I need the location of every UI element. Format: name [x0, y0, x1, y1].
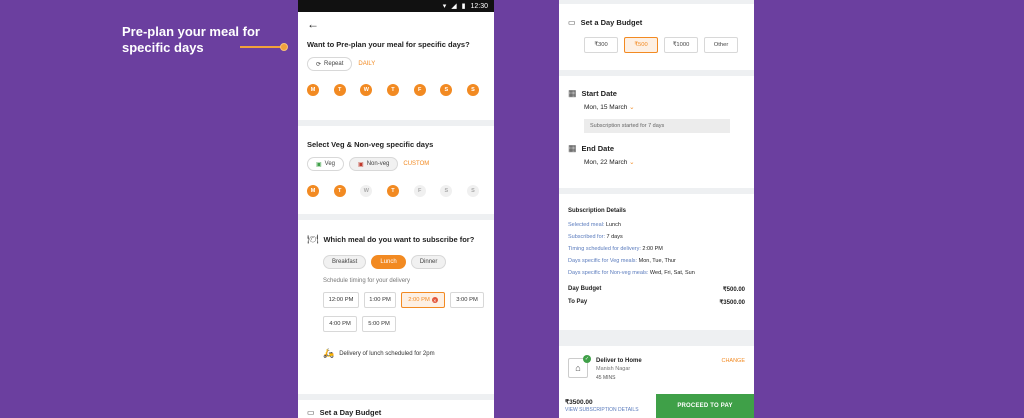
promo-connector-dot [280, 43, 288, 51]
home-icon: ⌂ ✓ [568, 355, 591, 378]
veg-icon: ▣ [316, 161, 322, 168]
start-date-value[interactable]: Mon, 15 March ⌄ [568, 103, 745, 111]
meal-option-dinner[interactable]: Dinner [410, 255, 447, 269]
phone-screen-preplan: ▾ ◢ ▮ 12:30 ← Want to Pre-plan your meal… [298, 0, 494, 418]
repeat-mode-daily[interactable]: DAILY [358, 61, 375, 67]
day-toggle[interactable]: T [386, 84, 399, 96]
battery-icon: ▮ [461, 3, 466, 10]
dates-card: ▦ Start Date Mon, 15 March ⌄ Subscriptio… [559, 76, 754, 188]
day-toggle[interactable]: T [333, 84, 346, 96]
veg-mode-custom[interactable]: CUSTOM [403, 161, 429, 167]
wallet-icon: ▭ [307, 408, 315, 417]
preplan-question: Want to Pre-plan your meal for specific … [307, 40, 470, 49]
subscription-note: Subscription started for 7 days [584, 119, 730, 133]
signal-icon: ◢ [451, 3, 457, 10]
wifi-icon: ▾ [442, 3, 447, 10]
day-toggle[interactable]: M [307, 84, 319, 96]
budget-title: Set a Day Budget [319, 408, 382, 417]
time-slot[interactable]: 12:00 PM [323, 292, 359, 308]
repeat-label: Repeat [324, 61, 344, 67]
budget-option-other[interactable]: Other [704, 37, 738, 53]
meal-card: 🍽 Which meal do you want to subscribe fo… [298, 220, 494, 394]
time-slot[interactable]: 5:00 PM [362, 316, 396, 332]
detail-row: Subscribed for: 7 days [568, 234, 623, 240]
meal-option-lunch[interactable]: Lunch [371, 255, 406, 269]
budget-title: Set a Day Budget [580, 18, 643, 27]
detail-row: Timing scheduled for delivery: 2:00 PM [568, 246, 663, 252]
nonveg-button[interactable]: ▣ Non-veg [349, 157, 399, 171]
deliver-address: Manish Nagar [596, 366, 631, 372]
total-amount: ₹3500.00 [565, 399, 593, 406]
repeat-icon: ⟳ [316, 61, 322, 68]
delivery-note: Delivery of lunch scheduled for 2pm [339, 350, 435, 357]
day-toggle[interactable]: S [440, 84, 453, 96]
to-pay-row: To Pay ₹3500.00 [568, 299, 745, 306]
schedule-label: Schedule timing for your delivery [323, 278, 411, 284]
day-budget-row: Day Budget ₹500.00 [568, 286, 745, 293]
subscription-details-card: Subscription Details Selected meal: Lunc… [559, 194, 754, 330]
promo-headline: Pre-plan your meal for specific days [122, 24, 260, 55]
detail-row: Selected meal: Lunch [568, 222, 621, 228]
day-toggle[interactable]: W [360, 185, 373, 197]
preplan-days: M T W T F S S [307, 84, 479, 96]
time-slot[interactable]: 3:00 PM [450, 292, 484, 308]
deliver-title: Deliver to Home [596, 358, 642, 364]
end-date-label: End Date [581, 144, 615, 153]
meal-title: Which meal do you want to subscribe for? [323, 235, 475, 244]
chevron-down-icon: ⌄ [629, 159, 635, 166]
day-toggle[interactable]: T [386, 185, 399, 197]
time-slot-selected[interactable]: 2:00 PM ✕ [401, 292, 445, 308]
meal-icon: 🍽 [307, 234, 319, 244]
meal-option-breakfast[interactable]: Breakfast [323, 255, 367, 269]
wallet-icon: ▭ [568, 18, 576, 27]
change-address-link[interactable]: CHANGE [721, 358, 745, 364]
proceed-to-pay-button[interactable]: PROCEED TO PAY [656, 394, 754, 418]
day-toggle[interactable]: T [333, 185, 346, 197]
deliver-eta: 45 MINS [596, 375, 616, 381]
preplan-card: ← Want to Pre-plan your meal for specifi… [298, 12, 494, 120]
repeat-button[interactable]: ⟳ Repeat [307, 57, 353, 71]
day-toggle[interactable]: M [307, 185, 319, 197]
status-bar: ▾ ◢ ▮ 12:30 [298, 0, 494, 12]
veg-button[interactable]: ▣ Veg [307, 157, 345, 171]
check-icon: ✓ [583, 355, 591, 363]
day-toggle[interactable]: F [413, 84, 426, 96]
chevron-down-icon: ⌄ [629, 104, 635, 111]
end-date-value[interactable]: Mon, 22 March ⌄ [568, 158, 745, 166]
back-arrow-icon[interactable]: ← [307, 18, 485, 30]
day-toggle[interactable]: S [440, 185, 453, 197]
budget-option[interactable]: ₹1000 [664, 37, 698, 53]
clear-icon[interactable]: ✕ [431, 297, 438, 303]
delivery-scooter-icon: 🛵 [323, 348, 335, 358]
budget-option[interactable]: ₹300 [584, 37, 618, 53]
veg-label: Veg [324, 161, 336, 167]
day-toggle[interactable]: S [466, 185, 479, 197]
calendar-icon: ▦ [568, 88, 577, 98]
checkout-bar: ₹3500.00 VIEW SUBSCRIPTION DETAILS PROCE… [559, 394, 754, 418]
day-toggle[interactable]: F [413, 185, 426, 197]
budget-card: ▭ Set a Day Budget ₹300 ₹500 ₹1000 Other [559, 4, 754, 70]
status-time: 12:30 [470, 2, 488, 10]
budget-option-selected[interactable]: ₹500 [624, 37, 658, 53]
budget-card-peek: ▭ Set a Day Budget [298, 400, 494, 418]
day-toggle[interactable]: W [360, 84, 373, 96]
time-slot[interactable]: 1:00 PM [364, 292, 396, 308]
view-subscription-link[interactable]: VIEW SUBSCRIPTION DETAILS [565, 407, 650, 413]
promo-connector-line [240, 46, 282, 48]
phone-screen-summary: ▭ Set a Day Budget ₹300 ₹500 ₹1000 Other… [559, 0, 754, 418]
details-title: Subscription Details [568, 208, 627, 214]
start-date-label: Start Date [581, 89, 617, 98]
veg-nonveg-title: Select Veg & Non-veg specific days [307, 140, 434, 149]
time-slot[interactable]: 4:00 PM [323, 316, 357, 332]
nonveg-icon: ▣ [358, 161, 364, 168]
day-toggle[interactable]: S [466, 84, 479, 96]
detail-row: Days specific for Non-veg meals: Wed, Fr… [568, 270, 695, 276]
detail-row: Days specific for Veg meals: Mon, Tue, T… [568, 258, 676, 264]
calendar-icon: ▦ [568, 143, 577, 153]
veg-nonveg-card: Select Veg & Non-veg specific days ▣ Veg… [298, 126, 494, 214]
nonveg-label: Non-veg [366, 161, 390, 167]
veg-days: M T W T F S S [307, 185, 479, 197]
